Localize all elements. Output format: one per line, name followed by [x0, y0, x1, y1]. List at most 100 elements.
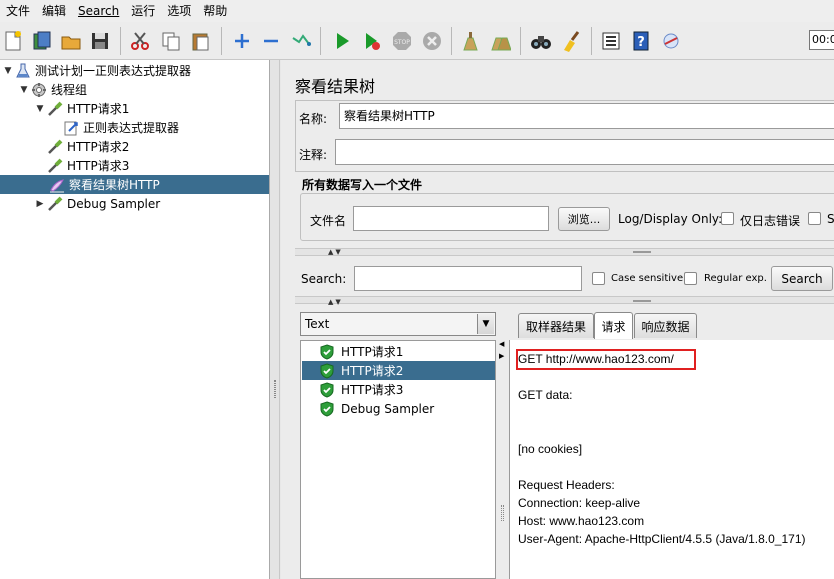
collapse-arrow-icon[interactable]: ▼ [34, 104, 46, 114]
tree-item-http-request-2[interactable]: HTTP请求2 [46, 137, 129, 156]
list-item[interactable]: Debug Sampler [302, 399, 495, 418]
tree-item-label: 测试计划一正则表达式提取器 [35, 64, 192, 78]
save-icon[interactable] [87, 28, 113, 54]
chevron-down-icon[interactable]: ▼ [477, 314, 494, 334]
search-input[interactable] [354, 266, 582, 291]
function-helper-icon[interactable] [598, 28, 624, 54]
split-arrows-icon[interactable]: ▲▼ [328, 248, 343, 256]
remote-icon[interactable] [658, 28, 684, 54]
log-display-label: Log/Display Only: [618, 212, 723, 226]
get-data-line: GET data: [518, 388, 573, 402]
menu-help[interactable]: 帮助 [197, 0, 233, 22]
start-icon[interactable] [329, 28, 355, 54]
clear-all-icon[interactable] [487, 28, 513, 54]
tree-item-regex-extractor[interactable]: 正则表达式提取器 [62, 118, 179, 137]
thread-group-icon [30, 82, 48, 98]
split-divider[interactable] [270, 60, 280, 579]
svg-text:?: ? [637, 35, 645, 50]
sampler-icon [46, 101, 64, 117]
templates-icon[interactable] [29, 28, 55, 54]
regex-checkbox[interactable] [684, 272, 697, 285]
comment-label: 注释: [299, 148, 328, 162]
name-field[interactable]: 察看结果树HTTP [339, 103, 834, 129]
cut-icon[interactable] [127, 28, 153, 54]
tree-item-test-plan[interactable]: ▼ 测试计划一正则表达式提取器 [2, 61, 191, 80]
tab-sampler-result[interactable]: 取样器结果 [518, 313, 594, 338]
menu-run[interactable]: 运行 [125, 0, 161, 22]
tree-item-label: HTTP请求1 [67, 102, 130, 116]
tree-item-http-request-1[interactable]: ▼ HTTP请求1 [34, 99, 129, 118]
elapsed-timer: 00:00 [809, 30, 834, 50]
header-host: Host: www.hao123.com [518, 514, 645, 528]
success-shield-icon [319, 362, 335, 379]
errors-only-checkbox[interactable] [721, 212, 734, 225]
headers-title: Request Headers: [518, 478, 615, 492]
search-button[interactable]: Search [771, 266, 833, 291]
start-no-pause-icon[interactable] [359, 28, 385, 54]
header-user-agent: User-Agent: Apache-HttpClient/4.5.5 (Jav… [518, 532, 806, 546]
test-plan-tree: ▼ 测试计划一正则表达式提取器 ▼ 线程组 ▼ HTTP请求1 正则表达式提取器… [0, 60, 270, 579]
split-handle[interactable] [295, 296, 834, 304]
menu-file[interactable]: 文件 [0, 0, 36, 22]
successes-checkbox[interactable] [808, 212, 821, 225]
collapse-arrow-icon[interactable]: ▼ [18, 85, 30, 95]
list-item-label: HTTP请求1 [341, 345, 404, 359]
shutdown-icon[interactable] [419, 28, 445, 54]
tree-item-label: Debug Sampler [67, 196, 161, 211]
sampler-icon [46, 196, 64, 212]
reset-search-icon[interactable] [558, 28, 584, 54]
name-label: 名称: [299, 112, 328, 126]
list-item-label: HTTP请求2 [341, 364, 404, 378]
open-icon[interactable] [58, 28, 84, 54]
filename-field[interactable] [353, 206, 549, 231]
help-icon[interactable]: ? [628, 28, 654, 54]
list-item[interactable]: HTTP请求3 [302, 380, 495, 399]
renderer-select[interactable]: Text ▼ [300, 312, 496, 336]
menu-options[interactable]: 选项 [161, 0, 197, 22]
cookies-line: [no cookies] [518, 442, 583, 456]
case-sensitive-label: Case sensitive [611, 273, 684, 284]
list-item[interactable]: HTTP请求1 [302, 342, 495, 361]
panel-title: 察看结果树 [295, 77, 376, 96]
browse-button[interactable]: 浏览... [558, 207, 610, 231]
expand-icon[interactable] [229, 28, 255, 54]
split-left-arrow-icon[interactable]: ◀ [499, 340, 504, 348]
listener-icon [48, 177, 66, 193]
menu-search[interactable]: Search [72, 0, 125, 22]
copy-icon[interactable] [158, 28, 184, 54]
paste-icon[interactable] [188, 28, 214, 54]
split-handle[interactable] [295, 248, 834, 256]
tab-response-data[interactable]: 响应数据 [634, 313, 697, 338]
collapse-icon[interactable] [258, 28, 284, 54]
split-arrows-icon[interactable]: ▲▼ [328, 298, 343, 306]
success-shield-icon [319, 343, 335, 360]
vertical-split-handle[interactable]: ◀ ▶ [499, 340, 507, 579]
menu-edit[interactable]: 编辑 [36, 0, 72, 22]
errors-only-label: 仅日志错误 [740, 214, 801, 228]
new-icon[interactable] [0, 28, 26, 54]
tree-item-http-request-3[interactable]: HTTP请求3 [46, 156, 129, 175]
request-line: GET http://www.hao123.com/ [518, 352, 674, 366]
sampler-icon [46, 158, 64, 174]
case-sensitive-checkbox[interactable] [592, 272, 605, 285]
success-shield-icon [319, 381, 335, 398]
clear-icon[interactable] [457, 28, 483, 54]
stop-icon[interactable]: STOP [389, 28, 415, 54]
tree-item-thread-group[interactable]: ▼ 线程组 [18, 80, 87, 99]
split-right-arrow-icon[interactable]: ▶ [499, 352, 504, 360]
tree-item-debug-sampler[interactable]: ▶ Debug Sampler [34, 194, 160, 213]
search-label: Search: [301, 272, 347, 286]
collapse-arrow-icon[interactable]: ▼ [2, 66, 14, 76]
filename-label: 文件名 [310, 214, 347, 228]
tab-request[interactable]: 请求 [594, 312, 633, 339]
svg-text:STOP: STOP [394, 39, 410, 46]
extractor-icon [62, 120, 80, 136]
list-item-label: Debug Sampler [341, 401, 435, 416]
expand-arrow-icon[interactable]: ▶ [34, 199, 46, 209]
list-item[interactable]: HTTP请求2 [302, 361, 495, 380]
search-icon[interactable] [528, 28, 554, 54]
sample-result-list: HTTP请求1 HTTP请求2 HTTP请求3 Debug Sampler [300, 340, 496, 579]
toggle-icon[interactable] [288, 28, 314, 54]
tree-item-view-results-tree[interactable]: 察看结果树HTTP [0, 175, 269, 194]
comment-field[interactable] [335, 139, 834, 165]
